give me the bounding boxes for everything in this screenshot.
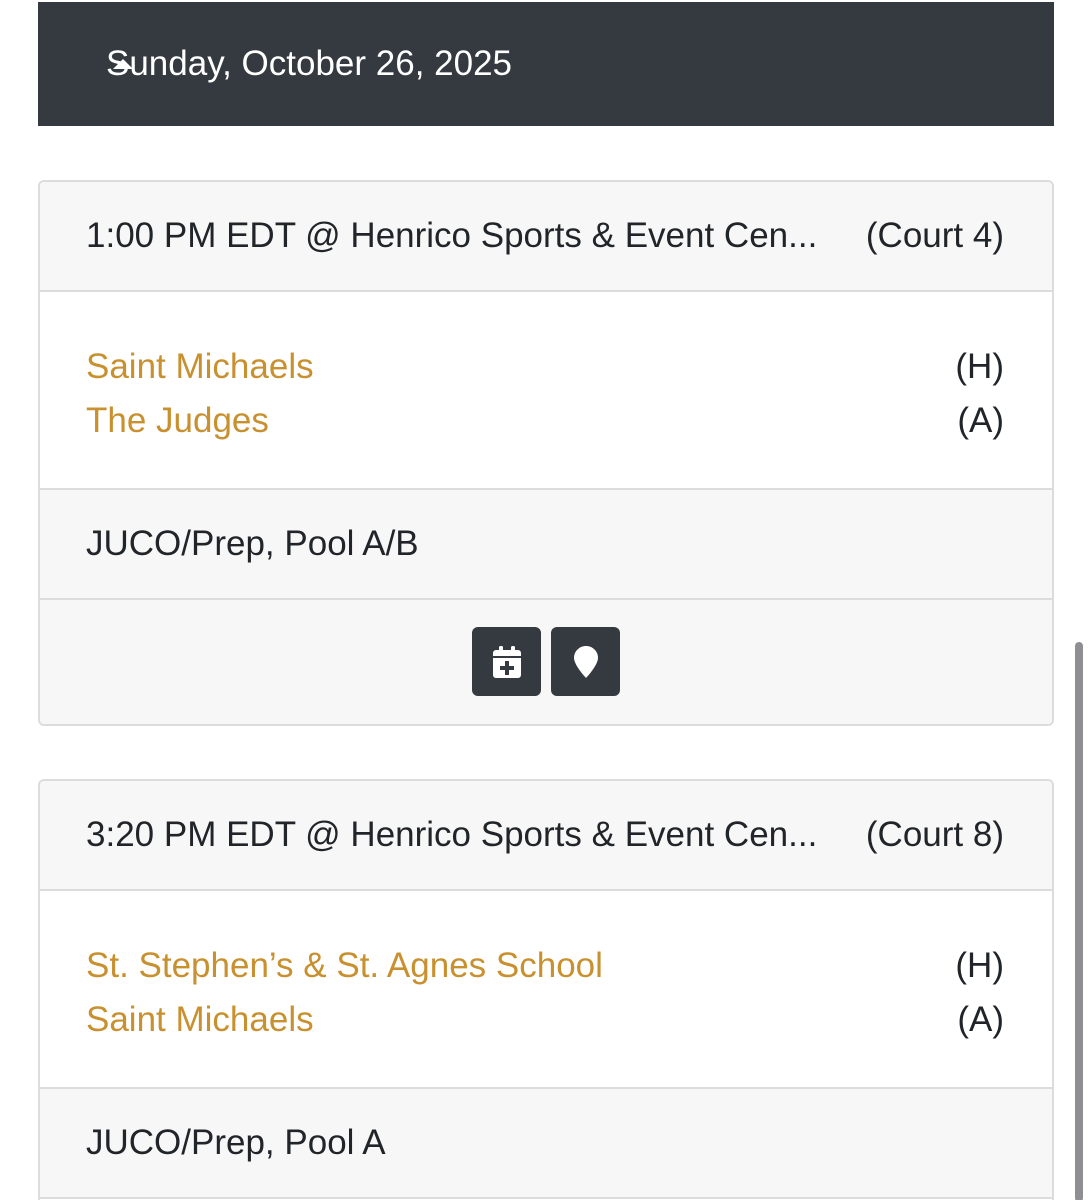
game-division: JUCO/Prep, Pool A/B	[40, 490, 1052, 600]
vertical-scrollbar[interactable]	[1075, 642, 1083, 1200]
home-marker: (H)	[955, 946, 1004, 985]
game-court: (Court 8)	[865, 815, 1004, 854]
game-actions	[40, 600, 1052, 724]
game-court: (Court 4)	[865, 216, 1004, 255]
away-team-row: Saint Michaels (A)	[86, 993, 1004, 1047]
away-team-link[interactable]: Saint Michaels	[86, 1000, 314, 1040]
game-card: 3:20 PM EDT @ Henrico Sports & Event Cen…	[38, 779, 1054, 1200]
add-to-calendar-button[interactable]	[472, 627, 541, 696]
home-team-link[interactable]: St. Stephen’s & St. Agnes School	[86, 946, 603, 986]
home-team-row: St. Stephen’s & St. Agnes School (H)	[86, 939, 1004, 993]
game-card: 1:00 PM EDT @ Henrico Sports & Event Cen…	[38, 180, 1054, 726]
home-team-row: Saint Michaels (H)	[86, 340, 1004, 394]
location-button[interactable]	[551, 627, 620, 696]
game-header: 3:20 PM EDT @ Henrico Sports & Event Cen…	[40, 781, 1052, 891]
away-team-link[interactable]: The Judges	[86, 401, 269, 441]
date-label: Sunday, October 26, 2025	[106, 44, 513, 83]
calendar-plus-icon	[492, 645, 521, 678]
home-marker: (H)	[955, 347, 1004, 386]
game-header: 1:00 PM EDT @ Henrico Sports & Event Cen…	[40, 182, 1052, 292]
away-marker: (A)	[957, 401, 1004, 440]
home-team-link[interactable]: Saint Michaels	[86, 347, 314, 387]
away-team-row: The Judges (A)	[86, 394, 1004, 448]
division-label: JUCO/Prep, Pool A	[86, 1123, 386, 1162]
game-time-location: 3:20 PM EDT @ Henrico Sports & Event Cen…	[86, 815, 818, 854]
teams-section: St. Stephen’s & St. Agnes School (H) Sai…	[40, 891, 1052, 1089]
teams-section: Saint Michaels (H) The Judges (A)	[40, 292, 1052, 490]
date-header[interactable]: Sunday, October 26, 2025	[38, 2, 1054, 126]
division-label: JUCO/Prep, Pool A/B	[86, 524, 419, 563]
map-marker-icon	[573, 645, 598, 678]
away-marker: (A)	[957, 1000, 1004, 1039]
schedule-page: Sunday, October 26, 2025 1:00 PM EDT @ H…	[0, 0, 1092, 1200]
game-division: JUCO/Prep, Pool A	[40, 1089, 1052, 1199]
game-time-location: 1:00 PM EDT @ Henrico Sports & Event Cen…	[86, 216, 818, 255]
